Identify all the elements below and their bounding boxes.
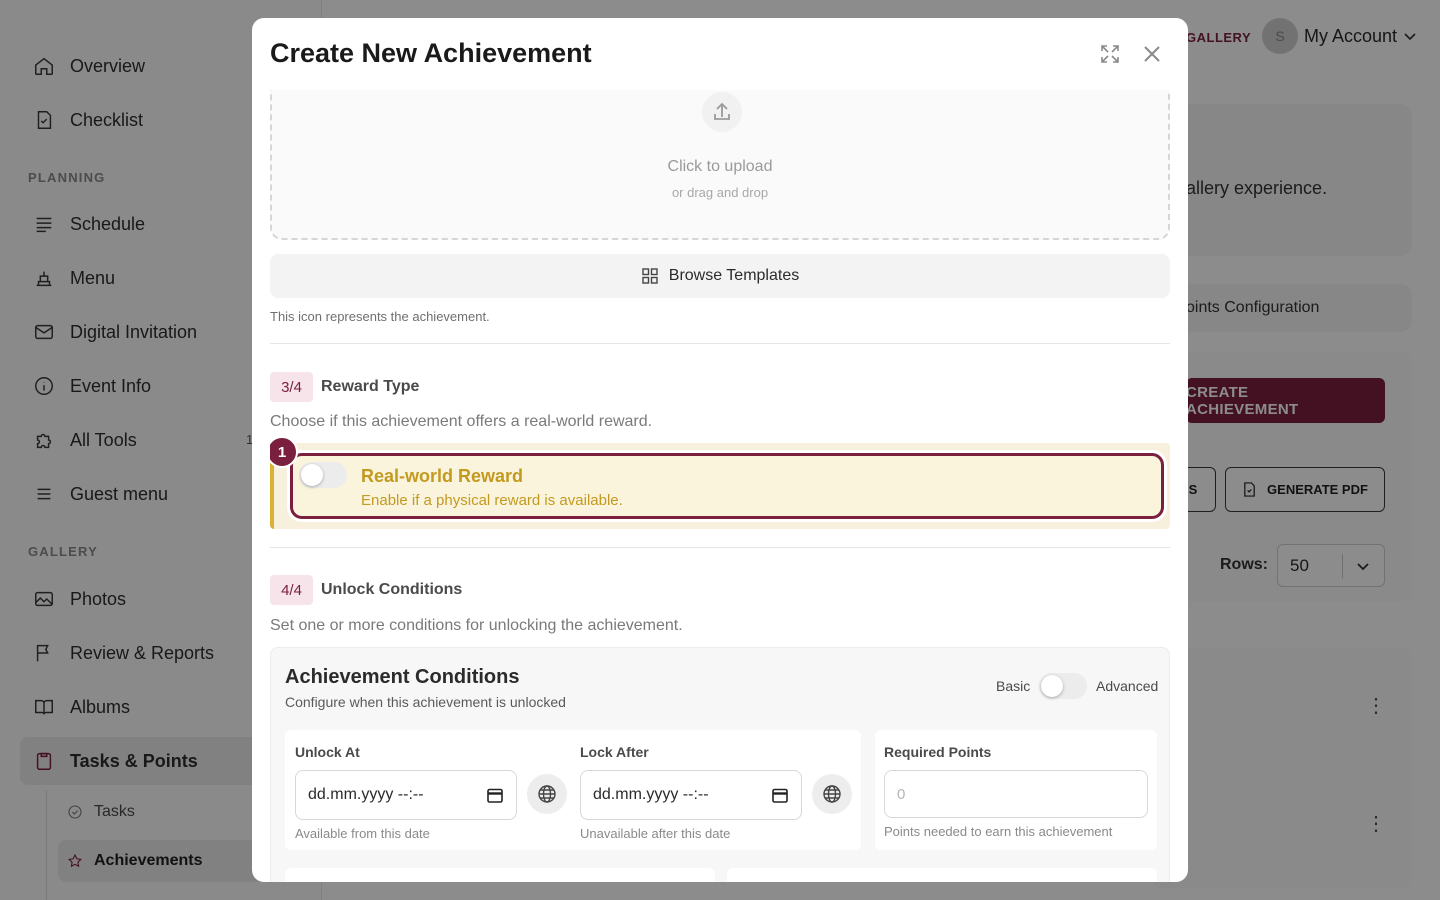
conditions-title: Achievement Conditions — [285, 666, 520, 688]
step-badge: 4/4 — [270, 575, 313, 605]
real-world-reward-toggle[interactable] — [299, 462, 347, 488]
icon-hint: This icon represents the achievement. — [270, 309, 490, 324]
grid-icon — [642, 268, 658, 284]
reward-type-section: Real-world Reward Enable if a physical r… — [270, 443, 1170, 529]
conditions-subtitle: Configure when this achievement is unloc… — [285, 694, 566, 710]
step-description: Set one or more conditions for unlocking… — [270, 617, 683, 634]
upload-title: Click to upload — [667, 158, 773, 175]
step-description: Choose if this achievement offers a real… — [270, 413, 653, 430]
condition-panel — [285, 868, 715, 882]
calendar-icon[interactable] — [486, 786, 504, 804]
unlock-at-label: Unlock At — [295, 744, 360, 760]
reward-toggle-title: Real-world Reward — [361, 466, 524, 486]
achievement-conditions-card: Achievement Conditions Configure when th… — [270, 647, 1170, 882]
required-points-help: Points needed to earn this achievement — [884, 824, 1113, 839]
timezone-button[interactable] — [812, 774, 852, 814]
basic-advanced-toggle[interactable] — [1039, 673, 1087, 699]
browse-templates-label: Browse Templates — [668, 267, 800, 284]
required-points-label: Required Points — [884, 744, 992, 760]
lock-after-label: Lock After — [580, 744, 649, 760]
lock-after-value: dd.mm.yyyy --:-- — [593, 786, 709, 803]
toggle-knob — [301, 464, 323, 486]
real-world-reward-row[interactable]: Real-world Reward Enable if a physical r… — [290, 453, 1164, 519]
timezone-button[interactable] — [527, 774, 567, 814]
modal-title: Create New Achievement — [270, 38, 592, 68]
unlock-at-value: dd.mm.yyyy --:-- — [308, 786, 424, 803]
expand-icon[interactable] — [1098, 42, 1122, 66]
step-title: Reward Type — [321, 378, 420, 395]
mode-basic-label: Basic — [996, 678, 1031, 694]
mode-advanced-label: Advanced — [1096, 678, 1159, 694]
close-icon[interactable] — [1140, 42, 1164, 66]
icon-upload-dropzone[interactable]: Click to upload or drag and drop — [270, 90, 1170, 240]
globe-icon — [823, 785, 841, 803]
create-achievement-modal: Create New Achievement Click to upload o… — [252, 18, 1188, 882]
upload-subtitle: or drag and drop — [671, 185, 769, 200]
date-range-panel: Unlock At dd.mm.yyyy --:-- Available fro… — [285, 730, 861, 850]
condition-panel — [727, 868, 1157, 882]
lock-after-input[interactable]: dd.mm.yyyy --:-- — [580, 770, 802, 820]
calendar-icon[interactable] — [771, 786, 789, 804]
step-title: Unlock Conditions — [321, 581, 463, 598]
lock-after-help: Unavailable after this date — [580, 826, 731, 841]
unlock-at-help: Available from this date — [295, 826, 430, 841]
upload-icon — [702, 92, 742, 132]
required-points-panel: Required Points 0 Points needed to earn … — [875, 730, 1157, 850]
step-badge: 3/4 — [270, 372, 313, 402]
section-divider — [270, 343, 1170, 344]
section-divider — [270, 547, 1170, 548]
browse-templates-button[interactable]: Browse Templates — [270, 254, 1170, 298]
required-points-input[interactable]: 0 — [884, 770, 1148, 818]
unlock-at-input[interactable]: dd.mm.yyyy --:-- — [295, 770, 517, 820]
reward-toggle-subtitle: Enable if a physical reward is available… — [361, 492, 623, 509]
globe-icon — [538, 785, 556, 803]
toggle-knob — [1041, 675, 1063, 697]
modal-body: Click to upload or drag and drop Browse … — [270, 90, 1170, 882]
required-points-placeholder: 0 — [897, 785, 906, 803]
